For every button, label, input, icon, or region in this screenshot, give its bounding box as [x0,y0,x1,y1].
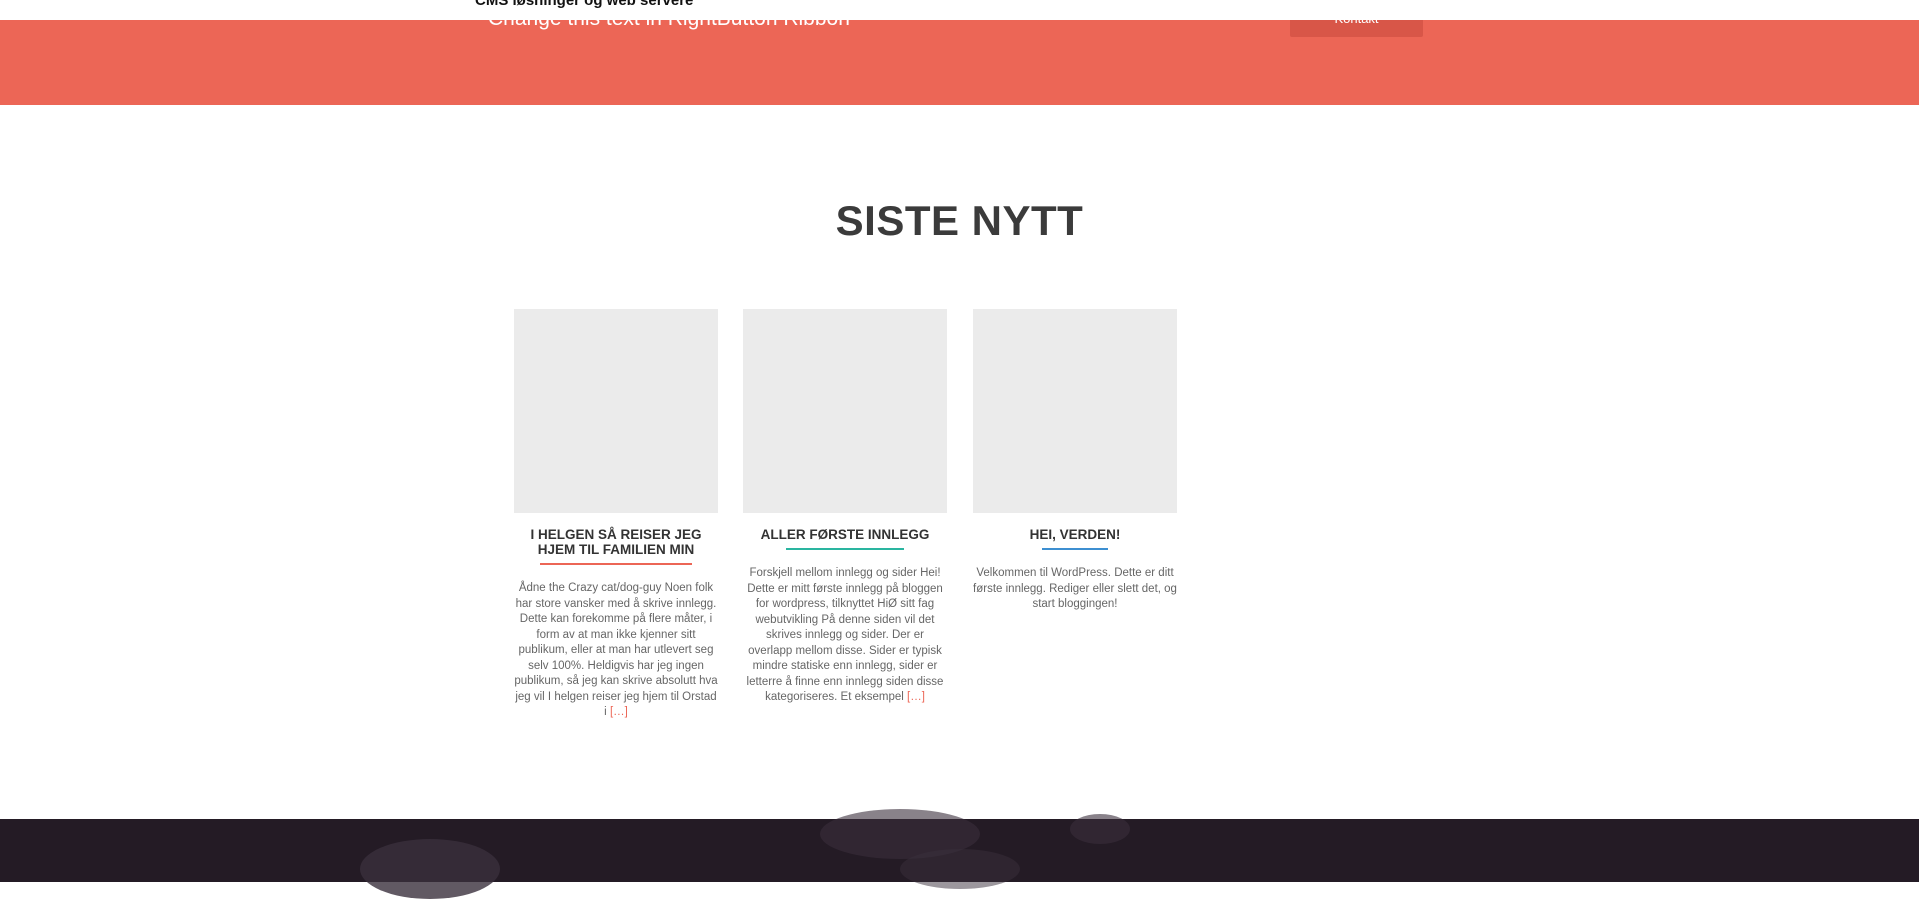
read-more-link[interactable]: […] [907,691,925,703]
footer-background [0,809,1919,899]
post-excerpt: Ådne the Crazy cat/dog-guy Noen folk har… [514,581,718,721]
section-title: SISTE NYTT [835,197,1084,244]
footer-decoration [360,839,500,899]
post-excerpt: Velkommen til WordPress. Dette er ditt f… [973,566,1177,613]
post-excerpt-text: Ådne the Crazy cat/dog-guy Noen folk har… [514,582,718,718]
post-thumbnail[interactable] [973,309,1177,513]
post-title-underline [540,563,692,565]
footer-decoration [900,849,1020,889]
post-title-underline [786,548,904,550]
post-excerpt-text: Velkommen til WordPress. Dette er ditt f… [973,567,1177,610]
post-thumbnail[interactable] [514,309,718,513]
post-title[interactable]: ALLER FØRSTE INNLEGG [743,527,947,542]
post-excerpt-text: Forskjell mellom innlegg og sider Hei! D… [746,567,944,703]
site-title[interactable]: CMS løsninger og web servere [475,0,693,11]
post-title[interactable]: HEI, VERDEN! [973,527,1177,542]
post-title[interactable]: I HELGEN SÅ REISER JEG HJEM TIL FAMILIEN… [514,527,718,557]
read-more-link[interactable]: […] [610,706,628,718]
post-card: ALLER FØRSTE INNLEGG Forskjell mellom in… [743,309,947,706]
post-card: I HELGEN SÅ REISER JEG HJEM TIL FAMILIEN… [514,309,718,721]
top-header: CMS løsninger og web servere [0,0,1919,20]
post-title-underline [1042,548,1108,550]
post-excerpt: Forskjell mellom innlegg og sider Hei! D… [743,566,947,706]
footer-decoration [1070,814,1130,844]
post-thumbnail[interactable] [743,309,947,513]
post-card: HEI, VERDEN! Velkommen til WordPress. De… [973,309,1177,613]
